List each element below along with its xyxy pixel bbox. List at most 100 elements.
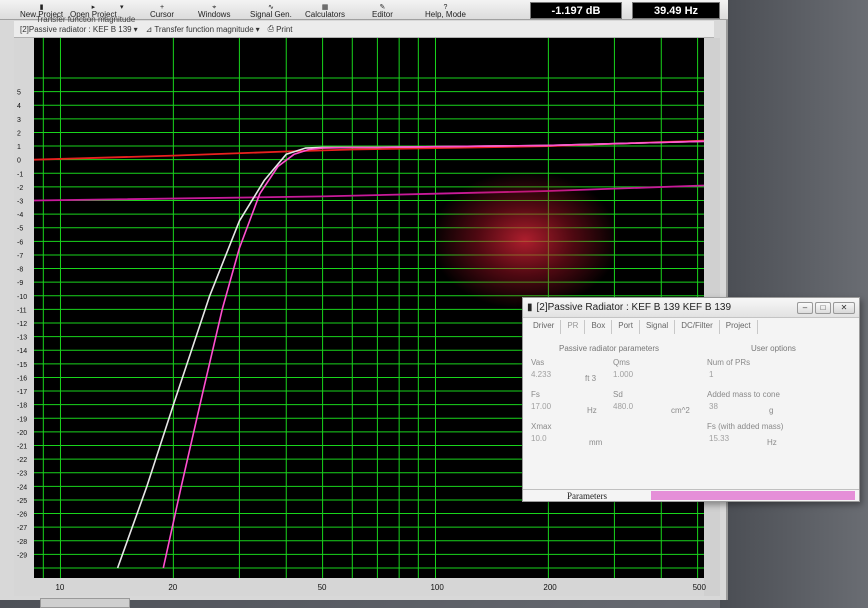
cursor-button[interactable]: + Cursor (150, 4, 174, 19)
added-mass-label: Added mass to cone (707, 390, 780, 399)
y-tick-label: -6 (17, 239, 23, 246)
y-tick-label: -8 (17, 267, 23, 274)
fs-added-mass-label: Fs (with added mass) (707, 422, 784, 431)
fs-added-mass-unit: Hz (767, 438, 777, 447)
y-tick-label: -15 (17, 362, 27, 369)
y-tick-label: -28 (17, 539, 27, 546)
tab-project[interactable]: Project (720, 320, 758, 334)
minimize-icon: – (802, 303, 808, 312)
tab-driver[interactable]: Driver (527, 320, 562, 334)
x-tick-label: 200 (543, 583, 557, 592)
chevron-down-icon: ▾ (120, 4, 124, 11)
y-tick-label: 4 (17, 103, 21, 110)
qms-label: Qms (613, 358, 630, 367)
y-tick-label: -20 (17, 430, 27, 437)
y-tick-label: -3 (17, 199, 23, 206)
y-tick-label: -24 (17, 484, 27, 491)
graph-toolbar: Transfer function magnitude [2]Passive r… (14, 15, 714, 38)
added-mass-field[interactable]: 38 (709, 402, 718, 411)
x-tick-label: 100 (430, 583, 444, 592)
y-tick-label: -26 (17, 512, 27, 519)
y-tick-label: -29 (17, 552, 27, 559)
sd-unit: cm^2 (671, 406, 690, 415)
y-tick-label: -19 (17, 416, 27, 423)
minimize-button[interactable]: – (797, 301, 813, 314)
y-tick-label: -13 (17, 335, 27, 342)
y-tick-label: -16 (17, 375, 27, 382)
num-prs-label: Num of PRs (707, 358, 751, 367)
xmax-unit: mm (589, 438, 603, 447)
y-tick-label: -22 (17, 457, 27, 464)
graph-type-icon: ⊿ (145, 24, 153, 34)
dialog-body: Passive radiator parameters User options… (523, 334, 859, 486)
help-button[interactable]: ? Help, Mode (425, 4, 466, 19)
maximize-button[interactable]: □ (815, 301, 831, 314)
fs-added-mass-field: 15.33 (709, 434, 730, 443)
section-pr-parameters: Passive radiator parameters (559, 344, 660, 353)
y-tick-label: -25 (17, 498, 27, 505)
progress-bar (651, 491, 855, 500)
y-tick-label: -21 (17, 444, 27, 451)
view-select[interactable]: ⊿ Transfer function magnitude ▾ (146, 25, 260, 34)
xmax-label: Xmax (531, 422, 552, 431)
driver-select[interactable]: [2]Passive radiator : KEF B 139 ▾ (20, 25, 138, 34)
added-mass-unit: g (769, 406, 774, 415)
y-tick-label: -12 (17, 321, 27, 328)
tab-signal[interactable]: Signal (640, 320, 676, 334)
y-tick-label: -23 (17, 471, 27, 478)
y-tick-label: 0 (17, 158, 21, 165)
editor-button[interactable]: ✎ Editor (372, 4, 393, 19)
x-tick-label: 10 (55, 583, 64, 592)
close-icon: ✕ (840, 303, 848, 312)
y-tick-label: -9 (17, 280, 23, 287)
section-user-options: User options (751, 344, 796, 353)
x-tick-label: 20 (168, 583, 177, 592)
vas-field[interactable]: 4.233 (531, 370, 551, 379)
fs-unit: Hz (587, 406, 597, 415)
y-tick-label: 3 (17, 117, 21, 124)
windows-button[interactable]: ⌖ Windows (198, 4, 230, 19)
y-tick-label: -27 (17, 525, 27, 532)
passive-radiator-dialog: ▮ [2]Passive Radiator : KEF B 139 KEF B … (522, 297, 860, 502)
frequency-readout: 39.49 Hz (632, 2, 720, 19)
tab-box[interactable]: Box (585, 320, 613, 334)
y-tick-label: -14 (17, 348, 27, 355)
level-readout: -1.197 dB (530, 2, 622, 19)
y-tick-label: -17 (17, 389, 27, 396)
tab-pr[interactable]: PR (561, 320, 586, 334)
parameters-tab[interactable]: Parameters (523, 491, 651, 501)
y-tick-label: -11 (17, 307, 27, 314)
chevron-down-icon: ▾ (133, 24, 138, 34)
tab-dc-filter[interactable]: DC/Filter (675, 320, 720, 334)
fs-label: Fs (531, 390, 540, 399)
fs-field[interactable]: 17.00 (531, 402, 551, 411)
qms-field[interactable]: 1.000 (613, 370, 633, 379)
y-tick-label: 1 (17, 144, 21, 151)
y-tick-label: -1 (17, 171, 23, 178)
y-tick-label: 2 (17, 130, 21, 137)
vas-label: Vas (531, 358, 545, 367)
vas-unit: ft 3 (585, 374, 597, 383)
calculators-button[interactable]: ▦ Calculators (305, 4, 345, 19)
num-prs-field[interactable]: 1 (709, 370, 713, 379)
sd-label: Sd (613, 390, 623, 399)
x-tick-label: 50 (318, 583, 327, 592)
chevron-down-icon: ▾ (255, 24, 260, 34)
y-tick-label: 5 (17, 90, 21, 97)
maximize-icon: □ (820, 303, 826, 312)
status-tab[interactable] (40, 598, 130, 608)
tab-port[interactable]: Port (612, 320, 640, 334)
xmax-field[interactable]: 10.0 (531, 434, 547, 443)
dialog-title: [2]Passive Radiator : KEF B 139 KEF B 13… (536, 302, 732, 313)
dialog-titlebar[interactable]: ▮ [2]Passive Radiator : KEF B 139 KEF B … (523, 298, 859, 318)
print-button[interactable]: ⎙ Print (268, 24, 293, 34)
signal-gen-button[interactable]: ∿ Signal Gen. (250, 4, 292, 19)
y-tick-label: -5 (17, 226, 23, 233)
y-tick-label: -18 (17, 403, 27, 410)
close-button[interactable]: ✕ (833, 301, 855, 314)
y-tick-label: -7 (17, 253, 23, 260)
sd-field[interactable]: 480.0 (613, 402, 633, 411)
app-icon: ▮ (527, 302, 533, 313)
x-tick-label: 500 (693, 583, 707, 592)
y-tick-label: -4 (17, 212, 23, 219)
